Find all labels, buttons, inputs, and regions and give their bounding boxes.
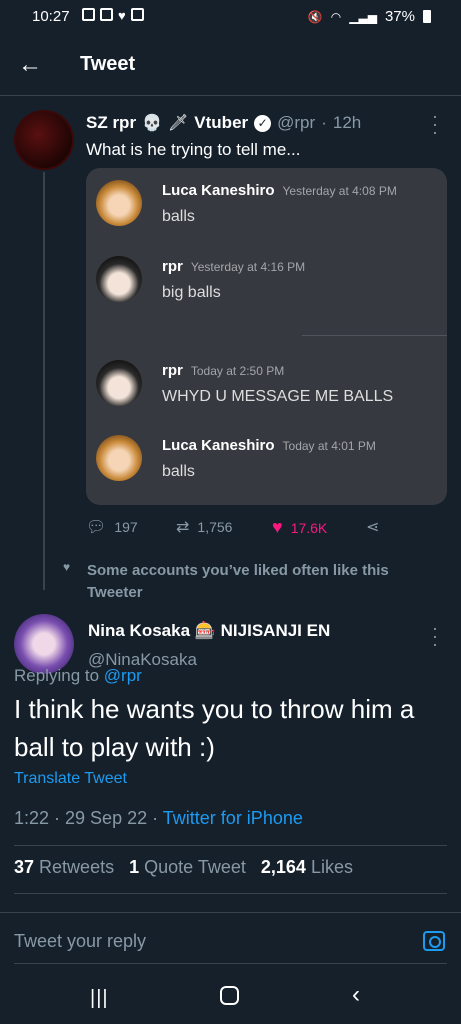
author-badge-text: Vtuber <box>194 113 249 132</box>
discord-message: rpr Today at 2:50 PM WHYD U MESSAGE ME BA… <box>96 358 436 408</box>
like-label: Likes <box>310 857 353 877</box>
like-count: 2,164 <box>260 857 306 877</box>
system-nav-bar: ||| ‹ <box>0 968 461 1024</box>
tweet-text: I think he wants you to throw him a ball… <box>14 694 415 762</box>
quoted-tweet-author[interactable]: SZ rpr 💀 🗡 Vtuber ✓ @rpr · 12h <box>86 113 361 133</box>
divider <box>14 893 447 894</box>
message-user: Luca Kaneshiro <box>162 437 275 454</box>
battery-level: 37% <box>384 8 415 25</box>
reply-icon: 💬︎ <box>86 519 107 536</box>
reply-input[interactable]: Tweet your reply <box>14 931 146 952</box>
discord-message: Luca Kaneshiro Today at 4:01 PM balls <box>96 433 436 483</box>
avatar <box>96 180 142 226</box>
wifi-icon: ◠ <box>330 9 342 24</box>
message-timestamp: Yesterday at 4:16 PM <box>190 260 306 274</box>
tweet-text: What is he trying to tell me... <box>86 140 301 159</box>
author-handle: @rpr <box>277 113 316 132</box>
replying-handle-link[interactable]: @rpr <box>104 666 142 685</box>
tweet-stats: 37 Retweets 1 Quote Tweet 2,164 Likes <box>14 857 353 878</box>
heart-icon: ♥ <box>272 517 283 537</box>
retweet-count: 1,756 <box>197 519 233 535</box>
skull-icon: 💀 <box>142 115 162 132</box>
back-arrow-icon[interactable]: ← <box>18 52 44 78</box>
retweets-stat[interactable]: 37 Retweets <box>14 857 114 877</box>
replying-label: Replying to <box>14 666 100 685</box>
quote-label: Quote Tweet <box>144 857 246 877</box>
back-icon[interactable]: ‹ <box>352 981 360 1009</box>
share-button[interactable]: ⋖ <box>366 517 379 537</box>
divider <box>14 845 447 846</box>
top-header: ← Tweet <box>0 34 461 96</box>
message-user: rpr <box>162 362 183 379</box>
notification-icons: ♥ <box>82 8 144 23</box>
status-bar: 10:27 ♥ 🔇 ◠ ▁▃▅ 37% <box>0 0 461 34</box>
author-name[interactable]: Nina Kosaka 🎰 NIJISANJI EN <box>88 621 330 641</box>
home-icon[interactable] <box>220 986 239 1005</box>
like-count: 17.6K <box>290 519 328 536</box>
verified-icon: ✓ <box>254 114 272 132</box>
more-options-icon[interactable]: · · · <box>432 107 438 141</box>
retweet-button[interactable]: ⇄ 1,756 <box>176 517 232 537</box>
quote-count: 1 <box>129 857 140 877</box>
avatar[interactable] <box>14 110 74 170</box>
replying-to: Replying to @rpr <box>14 666 142 686</box>
message-text: balls <box>162 463 195 480</box>
translate-link[interactable]: Translate Tweet <box>14 770 127 788</box>
quotes-stat[interactable]: 1 Quote Tweet <box>129 857 246 877</box>
dagger-icon: 🗡 <box>167 115 189 132</box>
thread-line <box>43 172 45 590</box>
system-icons: 🔇 ◠ ▁▃▅ 37% <box>308 8 431 25</box>
mute-icon: 🔇 <box>307 9 323 24</box>
translate-notification-icon <box>130 8 144 21</box>
social-context: Some accounts you’ve liked often like th… <box>87 562 389 601</box>
camera-notification-icon <box>100 8 113 21</box>
avatar[interactable] <box>14 614 74 674</box>
author-name: SZ rpr <box>86 113 137 132</box>
like-button[interactable]: ♥ 17.6K <box>272 517 327 538</box>
more-options-icon[interactable]: · · · <box>432 619 438 653</box>
battery-icon <box>423 10 431 23</box>
message-user: rpr <box>162 258 183 275</box>
discord-message: rpr Yesterday at 4:16 PM big balls <box>96 254 436 304</box>
date-divider <box>302 335 447 336</box>
retweet-count: 37 <box>14 857 35 877</box>
tweet-time: 1:22 · 29 Sep 22 · <box>14 808 159 828</box>
message-timestamp: Today at 4:01 PM <box>282 439 376 453</box>
avatar <box>96 435 142 481</box>
message-text: WHYD U MESSAGE ME BALLS <box>162 388 394 405</box>
tweet-source-link[interactable]: Twitter for iPhone <box>163 808 303 828</box>
message-text: big balls <box>162 284 221 301</box>
divider <box>14 963 447 964</box>
retweet-icon: ⇄ <box>176 519 190 536</box>
discord-message: Luca Kaneshiro Yesterday at 4:08 PM balls <box>96 178 436 228</box>
reply-count: 197 <box>114 519 138 535</box>
likes-stat[interactable]: 2,164 Likes <box>261 857 353 877</box>
gallery-icon <box>82 8 95 21</box>
message-timestamp: Today at 2:50 PM <box>190 364 285 378</box>
reply-button[interactable]: 💬︎ 197 <box>86 517 138 537</box>
message-timestamp: Yesterday at 4:08 PM <box>282 184 397 198</box>
retweet-label: Retweets <box>39 857 115 877</box>
page-title: Tweet <box>80 53 136 75</box>
share-icon: ⋖ <box>366 519 380 536</box>
heart-icon: ♥ <box>63 560 71 574</box>
tweet-age: 12h <box>332 113 362 132</box>
recent-apps-icon[interactable]: ||| <box>90 987 109 1010</box>
tweet-meta: 1:22 · 29 Sep 22 · Twitter for iPhone <box>14 808 303 829</box>
signal-icon: ▁▃▅ <box>349 9 377 24</box>
camera-icon[interactable] <box>423 931 445 951</box>
message-text: balls <box>162 208 195 225</box>
tweet-actions: 💬︎ 197 ⇄ 1,756 ♥ 17.6K ⋖ <box>86 517 426 539</box>
avatar <box>96 256 142 302</box>
heart-notification-icon: ♥ <box>118 8 126 23</box>
avatar <box>96 360 142 406</box>
tweet-media-image[interactable]: Luca Kaneshiro Yesterday at 4:08 PM balls… <box>86 168 447 505</box>
message-user: Luca Kaneshiro <box>162 182 275 199</box>
status-time: 10:27 <box>32 8 70 25</box>
reply-bar: Tweet your reply <box>0 912 461 964</box>
